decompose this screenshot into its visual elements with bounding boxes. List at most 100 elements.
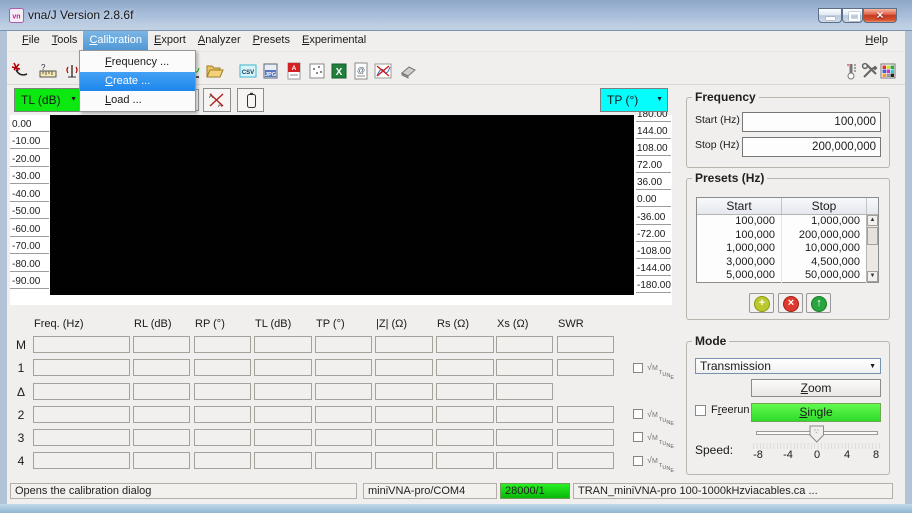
menu-calibration[interactable]: Calibration — [83, 30, 149, 51]
meas-cell[interactable] — [315, 336, 372, 353]
maximize-button[interactable] — [842, 8, 863, 23]
preset-row[interactable]: 100,000 1,000,000 — [697, 215, 878, 229]
meas-cell[interactable] — [557, 336, 614, 353]
meas-cell[interactable] — [375, 336, 433, 353]
meas-cell[interactable] — [375, 405, 433, 423]
add-preset-button[interactable]: + — [749, 293, 774, 313]
delete-markers-button[interactable]: AA — [203, 88, 231, 112]
row-checkbox[interactable] — [633, 362, 643, 373]
meas-cell[interactable] — [375, 382, 433, 400]
meas-cell[interactable] — [254, 382, 312, 400]
meas-cell[interactable] — [557, 428, 614, 446]
menu-experimental[interactable]: Experimental — [296, 30, 372, 51]
meas-cell[interactable] — [436, 428, 494, 446]
meas-cell[interactable] — [315, 382, 372, 400]
meas-cell[interactable] — [436, 452, 494, 469]
tune-icon[interactable]: TUNE — [659, 431, 675, 451]
battery-button[interactable] — [237, 88, 264, 112]
meas-cell[interactable] — [133, 405, 190, 423]
scroll-up-button[interactable]: ▲ — [867, 215, 878, 226]
sqrt-m-icon[interactable]: √M — [647, 409, 658, 419]
row-checkbox[interactable] — [633, 432, 643, 442]
eraser-icon[interactable] — [398, 61, 418, 81]
meas-cell[interactable] — [315, 405, 372, 423]
preset-row[interactable]: 100,000 200,000,000 — [697, 228, 878, 243]
presets-scrollbar[interactable]: ▲ ▼ — [866, 215, 878, 282]
snp-export-icon[interactable] — [307, 61, 327, 81]
meas-cell[interactable] — [375, 428, 433, 446]
scroll-down-button[interactable]: ▼ — [867, 271, 878, 282]
sqrt-m-icon[interactable]: √M — [647, 362, 658, 372]
row-checkbox[interactable] — [633, 455, 643, 466]
meas-cell[interactable] — [375, 359, 433, 376]
meas-cell[interactable] — [436, 336, 494, 353]
meas-cell[interactable] — [194, 452, 251, 469]
meas-cell[interactable] — [33, 336, 130, 353]
close-button[interactable]: × — [863, 8, 897, 23]
tune-icon[interactable]: TUNE — [659, 454, 675, 474]
meas-cell[interactable] — [33, 382, 130, 400]
folder-open-icon[interactable] — [205, 61, 225, 81]
plot-area[interactable] — [50, 115, 634, 295]
menu-analyzer[interactable]: Analyzer — [192, 30, 247, 51]
preset-row[interactable]: 5,000,000 50,000,000 — [697, 269, 878, 283]
scroll-thumb[interactable] — [867, 227, 878, 245]
csv-export-icon[interactable]: CSV — [238, 61, 258, 81]
meas-cell[interactable] — [194, 336, 251, 353]
xy-chart-icon[interactable] — [373, 61, 393, 81]
meas-cell[interactable] — [436, 382, 494, 400]
meas-cell[interactable] — [33, 359, 130, 376]
preset-row[interactable]: 3,000,000 4,500,000 — [697, 255, 878, 270]
calibration-menu-item-create[interactable]: Create ... — [80, 72, 195, 91]
use-preset-button[interactable]: ↑ — [806, 293, 831, 313]
stop-hz-input[interactable]: 200,000,000 — [742, 137, 881, 157]
menu-export[interactable]: Export — [148, 30, 192, 51]
zoom-button[interactable]: Zoom — [751, 379, 881, 397]
menu-help[interactable]: Help — [857, 30, 896, 51]
meas-cell[interactable] — [436, 405, 494, 423]
speed-slider-thumb[interactable] — [809, 425, 825, 443]
tune-icon[interactable]: TUNE — [659, 361, 675, 381]
meas-cell[interactable] — [254, 405, 312, 423]
right-scale-select[interactable]: TP (°) ▼ — [600, 88, 668, 112]
tune-icon[interactable]: TUNE — [659, 408, 675, 428]
ruler-setup-icon[interactable]: ? — [38, 61, 58, 81]
meas-cell[interactable] — [315, 428, 372, 446]
meas-cell[interactable] — [194, 405, 251, 423]
tools-icon[interactable] — [860, 61, 880, 81]
meas-cell[interactable] — [133, 452, 190, 469]
meas-cell[interactable] — [375, 452, 433, 469]
meas-cell[interactable] — [557, 405, 614, 423]
jpg-export-icon[interactable]: JPG — [261, 61, 281, 81]
meas-cell[interactable] — [133, 336, 190, 353]
calibration-menu-item-load[interactable]: Load ... — [80, 91, 195, 110]
meas-cell[interactable] — [436, 359, 494, 376]
meas-cell[interactable] — [496, 359, 553, 376]
sqrt-m-icon[interactable]: √M — [647, 432, 658, 442]
xls-export-icon[interactable]: X — [329, 61, 349, 81]
meas-cell[interactable] — [133, 359, 190, 376]
report-icon[interactable]: @ — [351, 61, 371, 81]
meas-cell[interactable] — [496, 428, 553, 446]
meas-cell[interactable] — [133, 428, 190, 446]
calibration-menu-item-frequency[interactable]: Frequency ... — [80, 53, 195, 72]
presets-col-header[interactable]: Stop — [782, 198, 867, 214]
meas-cell[interactable] — [33, 428, 130, 446]
meas-cell[interactable] — [194, 428, 251, 446]
menu-presets[interactable]: Presets — [247, 30, 296, 51]
delete-preset-button[interactable]: × — [778, 293, 803, 313]
meas-cell[interactable] — [254, 452, 312, 469]
menu-file[interactable]: File — [16, 30, 46, 51]
meas-cell[interactable] — [496, 405, 553, 423]
meas-cell[interactable] — [254, 336, 312, 353]
meas-cell[interactable] — [557, 359, 614, 376]
meas-cell[interactable] — [254, 428, 312, 446]
pdf-export-icon[interactable]: A — [284, 61, 304, 81]
meas-cell[interactable] — [496, 382, 553, 400]
meas-cell[interactable] — [194, 382, 251, 400]
meas-cell[interactable] — [133, 382, 190, 400]
meas-cell[interactable] — [254, 359, 312, 376]
palette-icon[interactable] — [878, 61, 898, 81]
meas-cell[interactable] — [315, 359, 372, 376]
start-hz-input[interactable]: 100,000 — [742, 112, 881, 132]
